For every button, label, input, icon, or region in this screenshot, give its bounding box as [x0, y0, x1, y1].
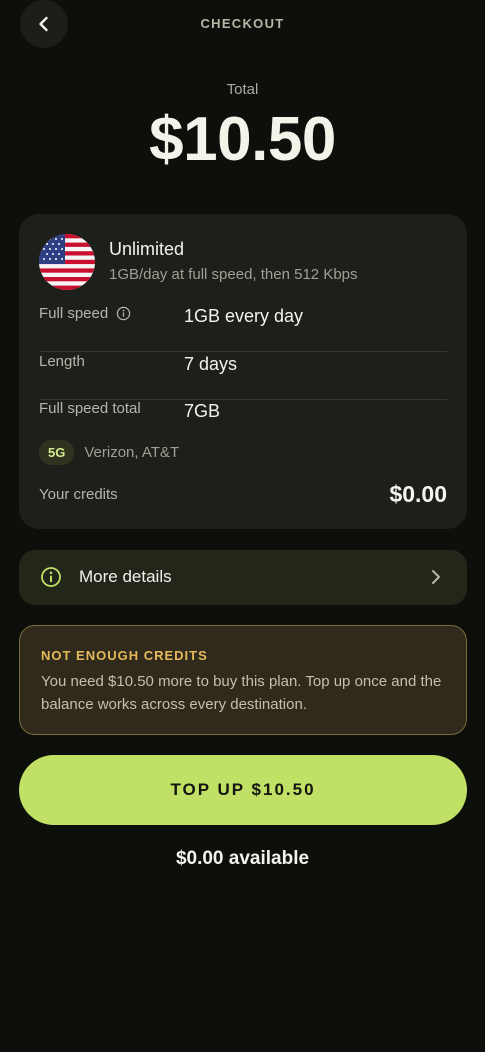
plan-description: 1GB/day at full speed, then 512 Kbps	[109, 266, 358, 283]
credits-value: $0.00	[389, 481, 447, 507]
plan-name: Unlimited	[109, 239, 185, 259]
total-label: Total	[226, 81, 259, 98]
network-badge: 5G	[39, 440, 75, 465]
full-speed-row: Full speed 1GB every day	[39, 305, 447, 352]
info-icon	[41, 567, 61, 587]
full-speed-total-value: 7GB	[184, 401, 221, 421]
total-amount: $10.50	[149, 105, 336, 174]
warning-banner: NOT ENOUGH CREDITS You need $10.50 more …	[19, 625, 467, 735]
available-balance: $0.00 available	[175, 848, 310, 869]
full-speed-value: 1GB every day	[184, 306, 304, 326]
length-row: Length 7 days	[39, 353, 447, 400]
credits-label: Your credits	[39, 486, 118, 503]
length-value: 7 days	[184, 354, 238, 374]
us-flag-icon	[39, 234, 95, 290]
carriers-text: Verizon, AT&T	[84, 444, 180, 461]
plan-card: Unlimited 1GB/day at full speed, then 51…	[19, 214, 467, 529]
more-details-label: More details	[79, 567, 172, 586]
full-speed-label: Full speed	[39, 305, 109, 322]
warning-text: You need $10.50 more to buy this plan. T…	[41, 673, 442, 713]
more-details-button[interactable]: More details	[19, 550, 467, 605]
top-up-button[interactable]: TOP UP $10.50	[19, 755, 467, 825]
warning-title: NOT ENOUGH CREDITS	[41, 648, 208, 663]
full-speed-total-label: Full speed total	[39, 400, 141, 417]
info-icon[interactable]	[116, 306, 131, 321]
length-label: Length	[39, 353, 85, 370]
header: CHECKOUT	[0, 0, 485, 48]
checkout-page: CHECKOUT Total $10.50 Unlimited 1GB/day …	[0, 0, 485, 1052]
chevron-right-icon	[432, 570, 440, 584]
page-title: CHECKOUT	[200, 16, 285, 31]
network-row: 5G Verizon, AT&T	[39, 440, 179, 465]
